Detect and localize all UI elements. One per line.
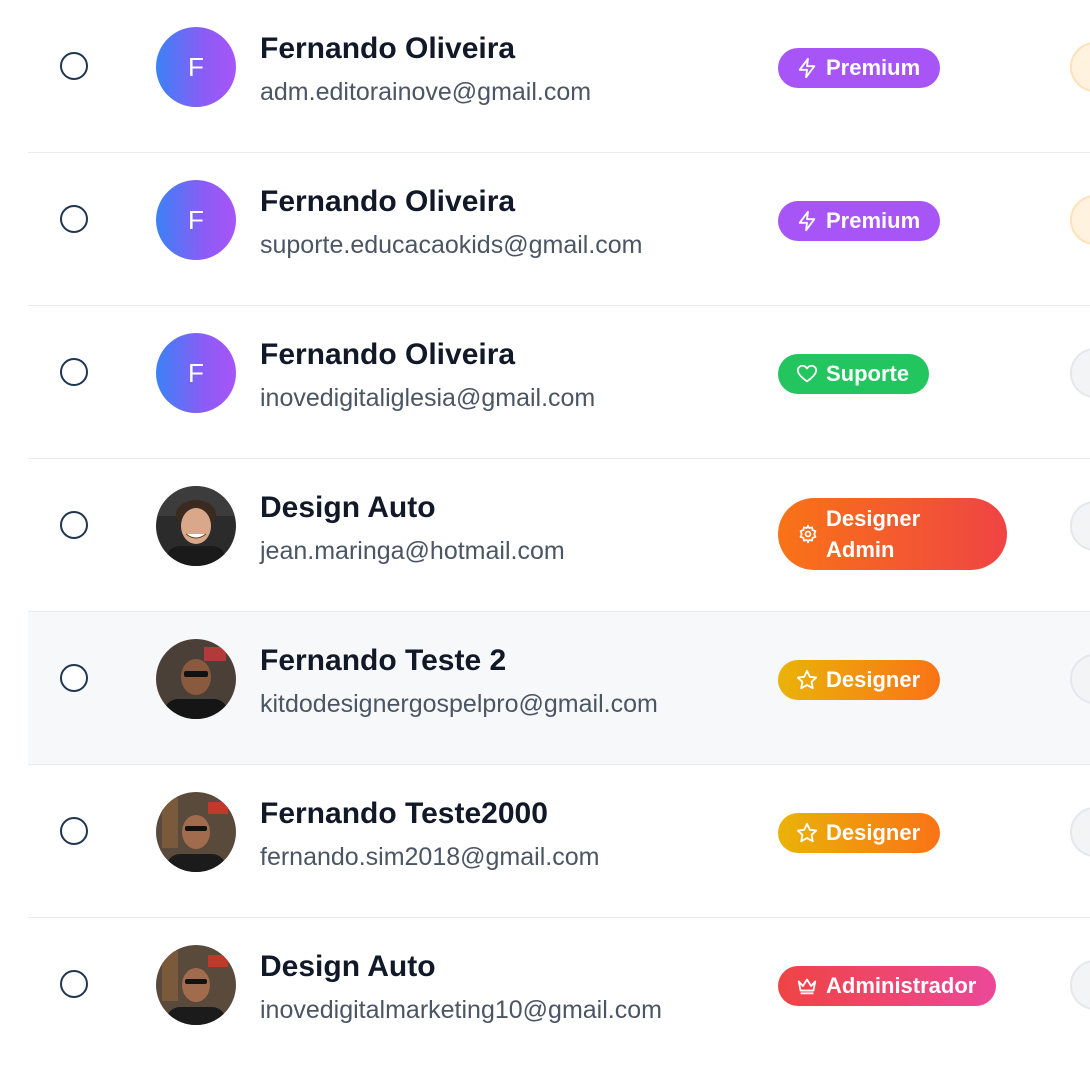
avatar: F [156, 180, 236, 260]
role-label: Suporte [826, 361, 910, 386]
action-button[interactable] [1070, 807, 1090, 857]
role-badge: Administrador [778, 966, 997, 1006]
action-button[interactable] [1070, 195, 1090, 245]
user-name: Design Auto [260, 950, 436, 983]
role-badge: Premium [778, 48, 941, 88]
action-button[interactable] [1070, 42, 1090, 92]
star-icon [796, 669, 818, 691]
role-badge: Suporte [778, 354, 930, 394]
action-button[interactable] [1070, 654, 1090, 704]
user-name: Fernando Teste2000 [260, 797, 548, 830]
avatar: F [156, 333, 236, 413]
user-list: F Fernando Oliveira adm.editorainove@gma… [28, 0, 1090, 1071]
select-radio[interactable] [60, 205, 88, 233]
user-email: adm.editorainove@gmail.com [260, 78, 592, 106]
lightning-icon [796, 210, 818, 232]
table-row[interactable]: F Fernando Oliveira inovedigitaliglesia@… [28, 306, 1090, 459]
table-row[interactable]: Design Auto jean.maringa@hotmail.com Des… [28, 459, 1090, 612]
role-label: Premium [826, 55, 921, 80]
role-label: Administrador [826, 973, 977, 998]
crown-icon [796, 975, 818, 997]
role-label: Designer Admin [826, 506, 921, 562]
user-name: Design Auto [260, 491, 436, 524]
user-name: Fernando Oliveira [260, 338, 516, 371]
role-badge: Designer Admin [778, 498, 1007, 570]
user-name: Fernando Oliveira [260, 185, 516, 218]
table-row[interactable]: F Fernando Oliveira adm.editorainove@gma… [28, 0, 1090, 153]
user-email: jean.maringa@hotmail.com [260, 537, 565, 565]
user-email: inovedigitalmarketing10@gmail.com [260, 996, 662, 1024]
table-row[interactable]: F Fernando Oliveira suporte.educacaokids… [28, 153, 1090, 306]
user-email: suporte.educacaokids@gmail.com [260, 231, 643, 259]
select-radio[interactable] [60, 970, 88, 998]
role-label: Designer [826, 667, 921, 692]
lightning-icon [796, 57, 818, 79]
action-button[interactable] [1070, 501, 1090, 551]
user-email: kitdodesignergospelpro@gmail.com [260, 690, 658, 718]
select-radio[interactable] [60, 358, 88, 386]
gear-icon [798, 524, 818, 544]
role-badge: Designer [778, 813, 941, 853]
user-email: inovedigitaliglesia@gmail.com [260, 384, 596, 412]
table-row[interactable]: Fernando Teste 2 kitdodesignergospelpro@… [28, 612, 1090, 765]
heart-icon [796, 363, 818, 385]
user-name: Fernando Oliveira [260, 32, 516, 65]
select-radio[interactable] [60, 52, 88, 80]
avatar [156, 639, 236, 719]
user-email: fernando.sim2018@gmail.com [260, 843, 600, 871]
select-radio[interactable] [60, 511, 88, 539]
avatar [156, 945, 236, 1025]
avatar: F [156, 27, 236, 107]
avatar [156, 486, 236, 566]
table-row[interactable]: Fernando Teste2000 fernando.sim2018@gmai… [28, 765, 1090, 918]
select-radio[interactable] [60, 664, 88, 692]
role-label: Designer [826, 820, 921, 845]
role-badge: Premium [778, 201, 941, 241]
star-icon [796, 822, 818, 844]
table-row[interactable]: Design Auto inovedigitalmarketing10@gmai… [28, 918, 1090, 1071]
select-radio[interactable] [60, 817, 88, 845]
action-button[interactable] [1070, 348, 1090, 398]
avatar [156, 792, 236, 872]
user-name: Fernando Teste 2 [260, 644, 507, 677]
action-button[interactable] [1070, 960, 1090, 1010]
role-badge: Designer [778, 660, 941, 700]
role-label: Premium [826, 208, 921, 233]
